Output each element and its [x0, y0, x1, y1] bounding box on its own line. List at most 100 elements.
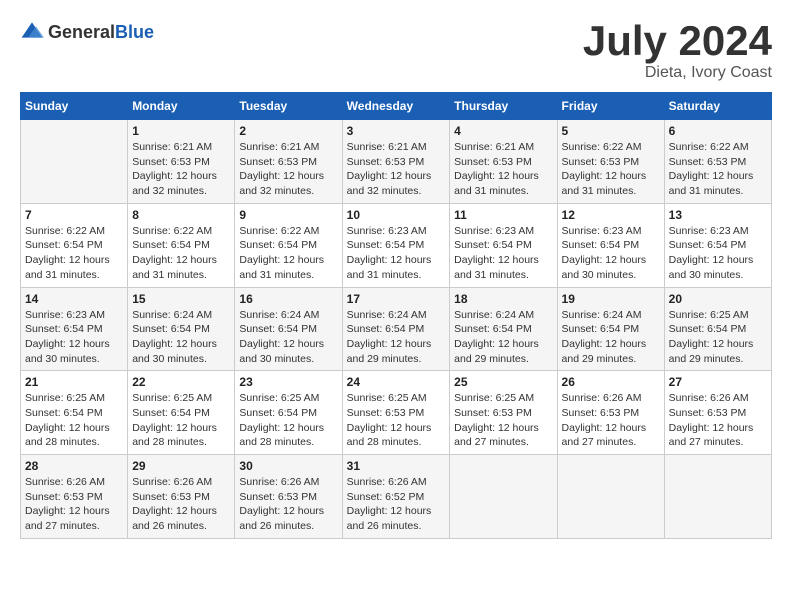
daylight-text: Daylight: 12 hours: [347, 504, 446, 519]
calendar-cell: 10Sunrise: 6:23 AMSunset: 6:54 PMDayligh…: [342, 203, 450, 287]
daylight-text: Daylight: 12 hours: [239, 253, 337, 268]
daylight-text-cont: and 30 minutes.: [239, 352, 337, 367]
calendar-cell: 21Sunrise: 6:25 AMSunset: 6:54 PMDayligh…: [21, 371, 128, 455]
logo-general: General: [48, 22, 115, 42]
day-number: 12: [562, 208, 660, 222]
daylight-text: Daylight: 12 hours: [454, 421, 552, 436]
day-number: 4: [454, 124, 552, 138]
sunrise-text: Sunrise: 6:25 AM: [132, 391, 230, 406]
daylight-text: Daylight: 12 hours: [669, 421, 767, 436]
sunset-text: Sunset: 6:54 PM: [132, 322, 230, 337]
daylight-text-cont: and 30 minutes.: [25, 352, 123, 367]
calendar-cell: [21, 120, 128, 204]
calendar-cell: 2Sunrise: 6:21 AMSunset: 6:53 PMDaylight…: [235, 120, 342, 204]
sunrise-text: Sunrise: 6:22 AM: [562, 140, 660, 155]
day-number: 1: [132, 124, 230, 138]
day-info: Sunrise: 6:23 AMSunset: 6:54 PMDaylight:…: [562, 224, 660, 283]
daylight-text: Daylight: 12 hours: [132, 504, 230, 519]
calendar-cell: 28Sunrise: 6:26 AMSunset: 6:53 PMDayligh…: [21, 455, 128, 539]
day-info: Sunrise: 6:26 AMSunset: 6:52 PMDaylight:…: [347, 475, 446, 534]
sunset-text: Sunset: 6:53 PM: [347, 155, 446, 170]
sunrise-text: Sunrise: 6:25 AM: [454, 391, 552, 406]
day-info: Sunrise: 6:26 AMSunset: 6:53 PMDaylight:…: [669, 391, 767, 450]
day-info: Sunrise: 6:21 AMSunset: 6:53 PMDaylight:…: [454, 140, 552, 199]
calendar-cell: 19Sunrise: 6:24 AMSunset: 6:54 PMDayligh…: [557, 287, 664, 371]
day-number: 25: [454, 375, 552, 389]
daylight-text: Daylight: 12 hours: [25, 504, 123, 519]
daylight-text-cont: and 27 minutes.: [454, 435, 552, 450]
daylight-text-cont: and 32 minutes.: [347, 184, 446, 199]
logo-icon: [20, 20, 44, 44]
sunset-text: Sunset: 6:54 PM: [562, 322, 660, 337]
day-info: Sunrise: 6:22 AMSunset: 6:54 PMDaylight:…: [132, 224, 230, 283]
calendar-week-row: 1Sunrise: 6:21 AMSunset: 6:53 PMDaylight…: [21, 120, 772, 204]
day-number: 18: [454, 292, 552, 306]
day-info: Sunrise: 6:23 AMSunset: 6:54 PMDaylight:…: [454, 224, 552, 283]
day-number: 28: [25, 459, 123, 473]
calendar-cell: 26 Sunrise: 6:26 AMSunset: 6:53 PMDayligh…: [557, 371, 664, 455]
sunrise-text: Sunrise: 6:24 AM: [132, 308, 230, 323]
sunset-text: Sunset: 6:54 PM: [239, 406, 337, 421]
logo-blue: Blue: [115, 22, 154, 42]
sunset-text: Sunset: 6:53 PM: [239, 490, 337, 505]
daylight-text: Daylight: 12 hours: [562, 169, 660, 184]
day-info: Sunrise: 6:22 AMSunset: 6:54 PMDaylight:…: [25, 224, 123, 283]
daylight-text-cont: and 30 minutes.: [132, 352, 230, 367]
daylight-text-cont: and 31 minutes.: [669, 184, 767, 199]
sunset-text: Sunset: 6:53 PM: [132, 155, 230, 170]
calendar-cell: 18Sunrise: 6:24 AMSunset: 6:54 PMDayligh…: [450, 287, 557, 371]
day-info: Sunrise: 6:26 AMSunset: 6:53 PMDaylight:…: [239, 475, 337, 534]
daylight-text: Daylight: 12 hours: [347, 169, 446, 184]
daylight-text: Daylight: 12 hours: [347, 421, 446, 436]
daylight-text: Daylight: 12 hours: [454, 169, 552, 184]
sunrise-text: Sunrise: 6:25 AM: [239, 391, 337, 406]
daylight-text-cont: and 27 minutes.: [669, 435, 767, 450]
day-info: Sunrise: 6:21 AMSunset: 6:53 PMDaylight:…: [132, 140, 230, 199]
daylight-text-cont: and 27 minutes.: [562, 435, 660, 450]
sunset-text: Sunset: 6:53 PM: [669, 155, 767, 170]
day-info: Sunrise: 6:24 AMSunset: 6:54 PMDaylight:…: [239, 308, 337, 367]
calendar-cell: 31Sunrise: 6:26 AMSunset: 6:52 PMDayligh…: [342, 455, 450, 539]
daylight-text-cont: and 30 minutes.: [669, 268, 767, 283]
sunset-text: Sunset: 6:53 PM: [132, 490, 230, 505]
daylight-text-cont: and 31 minutes.: [454, 268, 552, 283]
daylight-text-cont: and 31 minutes.: [132, 268, 230, 283]
sunrise-text: Sunrise: 6:26 AM: [239, 475, 337, 490]
calendar-header-tuesday: Tuesday: [235, 93, 342, 120]
calendar-cell: 9Sunrise: 6:22 AMSunset: 6:54 PMDaylight…: [235, 203, 342, 287]
day-number: 7: [25, 208, 123, 222]
sunrise-text: Sunrise: 6:24 AM: [347, 308, 446, 323]
daylight-text: Daylight: 12 hours: [239, 169, 337, 184]
calendar-cell: 23Sunrise: 6:25 AMSunset: 6:54 PMDayligh…: [235, 371, 342, 455]
day-number: 14: [25, 292, 123, 306]
day-info: Sunrise: 6:23 AMSunset: 6:54 PMDaylight:…: [25, 308, 123, 367]
sunrise-text: Sunrise: 6:26 AM: [669, 391, 767, 406]
sunset-text: Sunset: 6:54 PM: [132, 238, 230, 253]
day-number: 24: [347, 375, 446, 389]
day-number: 26: [562, 375, 660, 389]
sunset-text: Sunset: 6:54 PM: [132, 406, 230, 421]
sunset-text: Sunset: 6:54 PM: [239, 322, 337, 337]
sunrise-text: Sunrise: 6:26 AM: [25, 475, 123, 490]
day-number: 22: [132, 375, 230, 389]
calendar-week-row: 28Sunrise: 6:26 AMSunset: 6:53 PMDayligh…: [21, 455, 772, 539]
calendar-cell: 15Sunrise: 6:24 AMSunset: 6:54 PMDayligh…: [128, 287, 235, 371]
day-number: 20: [669, 292, 767, 306]
daylight-text: Daylight: 12 hours: [669, 169, 767, 184]
calendar-cell: 7 Sunrise: 6:22 AMSunset: 6:54 PMDaylight…: [21, 203, 128, 287]
day-info: Sunrise: 6:22 AMSunset: 6:53 PMDaylight:…: [669, 140, 767, 199]
sunrise-text: Sunrise: 6:21 AM: [454, 140, 552, 155]
day-number: 19: [562, 292, 660, 306]
calendar-cell: 20Sunrise: 6:25 AMSunset: 6:54 PMDayligh…: [664, 287, 771, 371]
calendar-cell: [664, 455, 771, 539]
sunset-text: Sunset: 6:54 PM: [25, 238, 123, 253]
calendar-cell: 11Sunrise: 6:23 AMSunset: 6:54 PMDayligh…: [450, 203, 557, 287]
sunrise-text: Sunrise: 6:24 AM: [239, 308, 337, 323]
daylight-text: Daylight: 12 hours: [132, 169, 230, 184]
day-info: Sunrise: 6:26 AMSunset: 6:53 PMDaylight:…: [562, 391, 660, 450]
sunset-text: Sunset: 6:54 PM: [25, 406, 123, 421]
daylight-text-cont: and 29 minutes.: [562, 352, 660, 367]
day-number: 13: [669, 208, 767, 222]
month-title: July 2024: [583, 20, 772, 62]
sunset-text: Sunset: 6:52 PM: [347, 490, 446, 505]
